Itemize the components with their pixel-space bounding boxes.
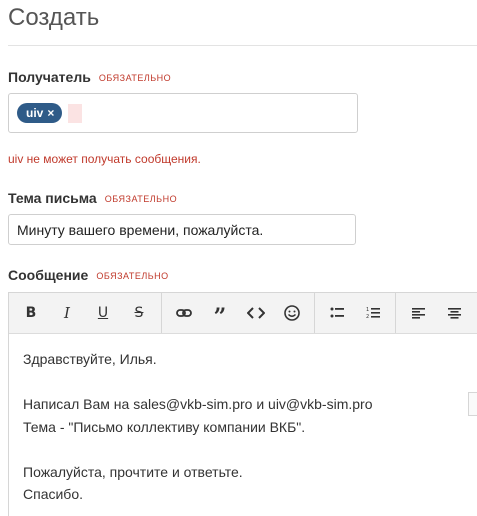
align-right-button[interactable] xyxy=(472,293,477,333)
recipient-error: uiv не может получать сообщения. xyxy=(8,152,201,166)
italic-button[interactable]: I xyxy=(49,293,85,333)
message-required-badge: ОБЯЗАТЕЛЬНО xyxy=(96,271,169,281)
message-line: Спасибо. xyxy=(23,486,83,502)
recipient-input[interactable]: uiv × xyxy=(8,93,358,133)
recipient-tag: uiv × xyxy=(17,103,63,123)
message-line: Пожалуйста, прочтите и ответьте. xyxy=(23,463,243,480)
message-editor: B I U S ” 1 2 Здравствуйте, Илья. Написа… xyxy=(8,292,477,516)
insert-group: ” xyxy=(162,293,315,333)
title-divider xyxy=(8,45,477,46)
message-line xyxy=(23,371,463,394)
editor-toolbar: B I U S ” 1 2 xyxy=(9,293,477,334)
emoji-button[interactable] xyxy=(274,293,310,333)
message-body[interactable]: Здравствуйте, Илья. Написал Вам на sales… xyxy=(9,334,477,516)
link-button[interactable] xyxy=(166,293,202,333)
bold-button[interactable]: B xyxy=(13,293,49,333)
underline-button[interactable]: U xyxy=(85,293,121,333)
quote-button[interactable]: ” xyxy=(202,289,238,337)
page-title: Создать xyxy=(8,4,100,31)
align-center-button[interactable] xyxy=(436,293,472,333)
bullet-list-button[interactable] xyxy=(319,293,355,333)
svg-text:1: 1 xyxy=(366,307,369,313)
align-left-button[interactable] xyxy=(400,293,436,333)
quote-icon: ” xyxy=(213,304,227,330)
strikethrough-button[interactable]: S xyxy=(121,293,157,333)
recipient-label-text: Получатель xyxy=(8,69,91,85)
subject-label-text: Тема письма xyxy=(8,190,97,206)
message-line: Написал Вам на sales@vkb-sim.pro и uiv@v… xyxy=(23,396,373,412)
numbered-list-button[interactable]: 1 2 xyxy=(355,293,391,333)
bullet-list-icon xyxy=(330,307,344,318)
align-group xyxy=(396,293,477,333)
text-style-group: B I U S xyxy=(9,293,162,333)
link-icon xyxy=(176,309,192,317)
align-left-icon xyxy=(411,307,425,319)
align-center-icon xyxy=(447,307,461,319)
numbered-list-icon: 1 2 xyxy=(366,307,380,320)
svg-text:2: 2 xyxy=(366,314,369,320)
recipient-tag-text: uiv xyxy=(26,106,44,120)
message-label: Сообщение ОБЯЗАТЕЛЬНО xyxy=(8,267,169,283)
code-icon xyxy=(247,307,265,319)
subject-label: Тема письма ОБЯЗАТЕЛЬНО xyxy=(8,190,177,206)
subject-input[interactable]: Минуту вашего времени, пожалуйста. xyxy=(8,214,356,245)
remove-recipient-icon[interactable]: × xyxy=(47,103,54,123)
editor-resize-handle[interactable] xyxy=(468,392,477,416)
message-line xyxy=(23,438,463,461)
message-line: Тема - "Письмо коллективу компании ВКБ". xyxy=(23,418,306,435)
compose-page: Создать Получатель ОБЯЗАТЕЛЬНО uiv × uiv … xyxy=(0,0,477,516)
message-line: Здравствуйте, Илья. xyxy=(23,351,157,367)
recipient-text-entry[interactable] xyxy=(68,104,82,123)
subject-required-badge: ОБЯЗАТЕЛЬНО xyxy=(104,194,178,204)
message-label-text: Сообщение xyxy=(8,267,89,283)
emoji-icon xyxy=(284,305,300,321)
recipient-label: Получатель ОБЯЗАТЕЛЬНО xyxy=(8,69,171,85)
recipient-required-badge: ОБЯЗАТЕЛЬНО xyxy=(98,73,172,83)
list-group: 1 2 xyxy=(315,293,396,333)
code-button[interactable] xyxy=(238,293,274,333)
